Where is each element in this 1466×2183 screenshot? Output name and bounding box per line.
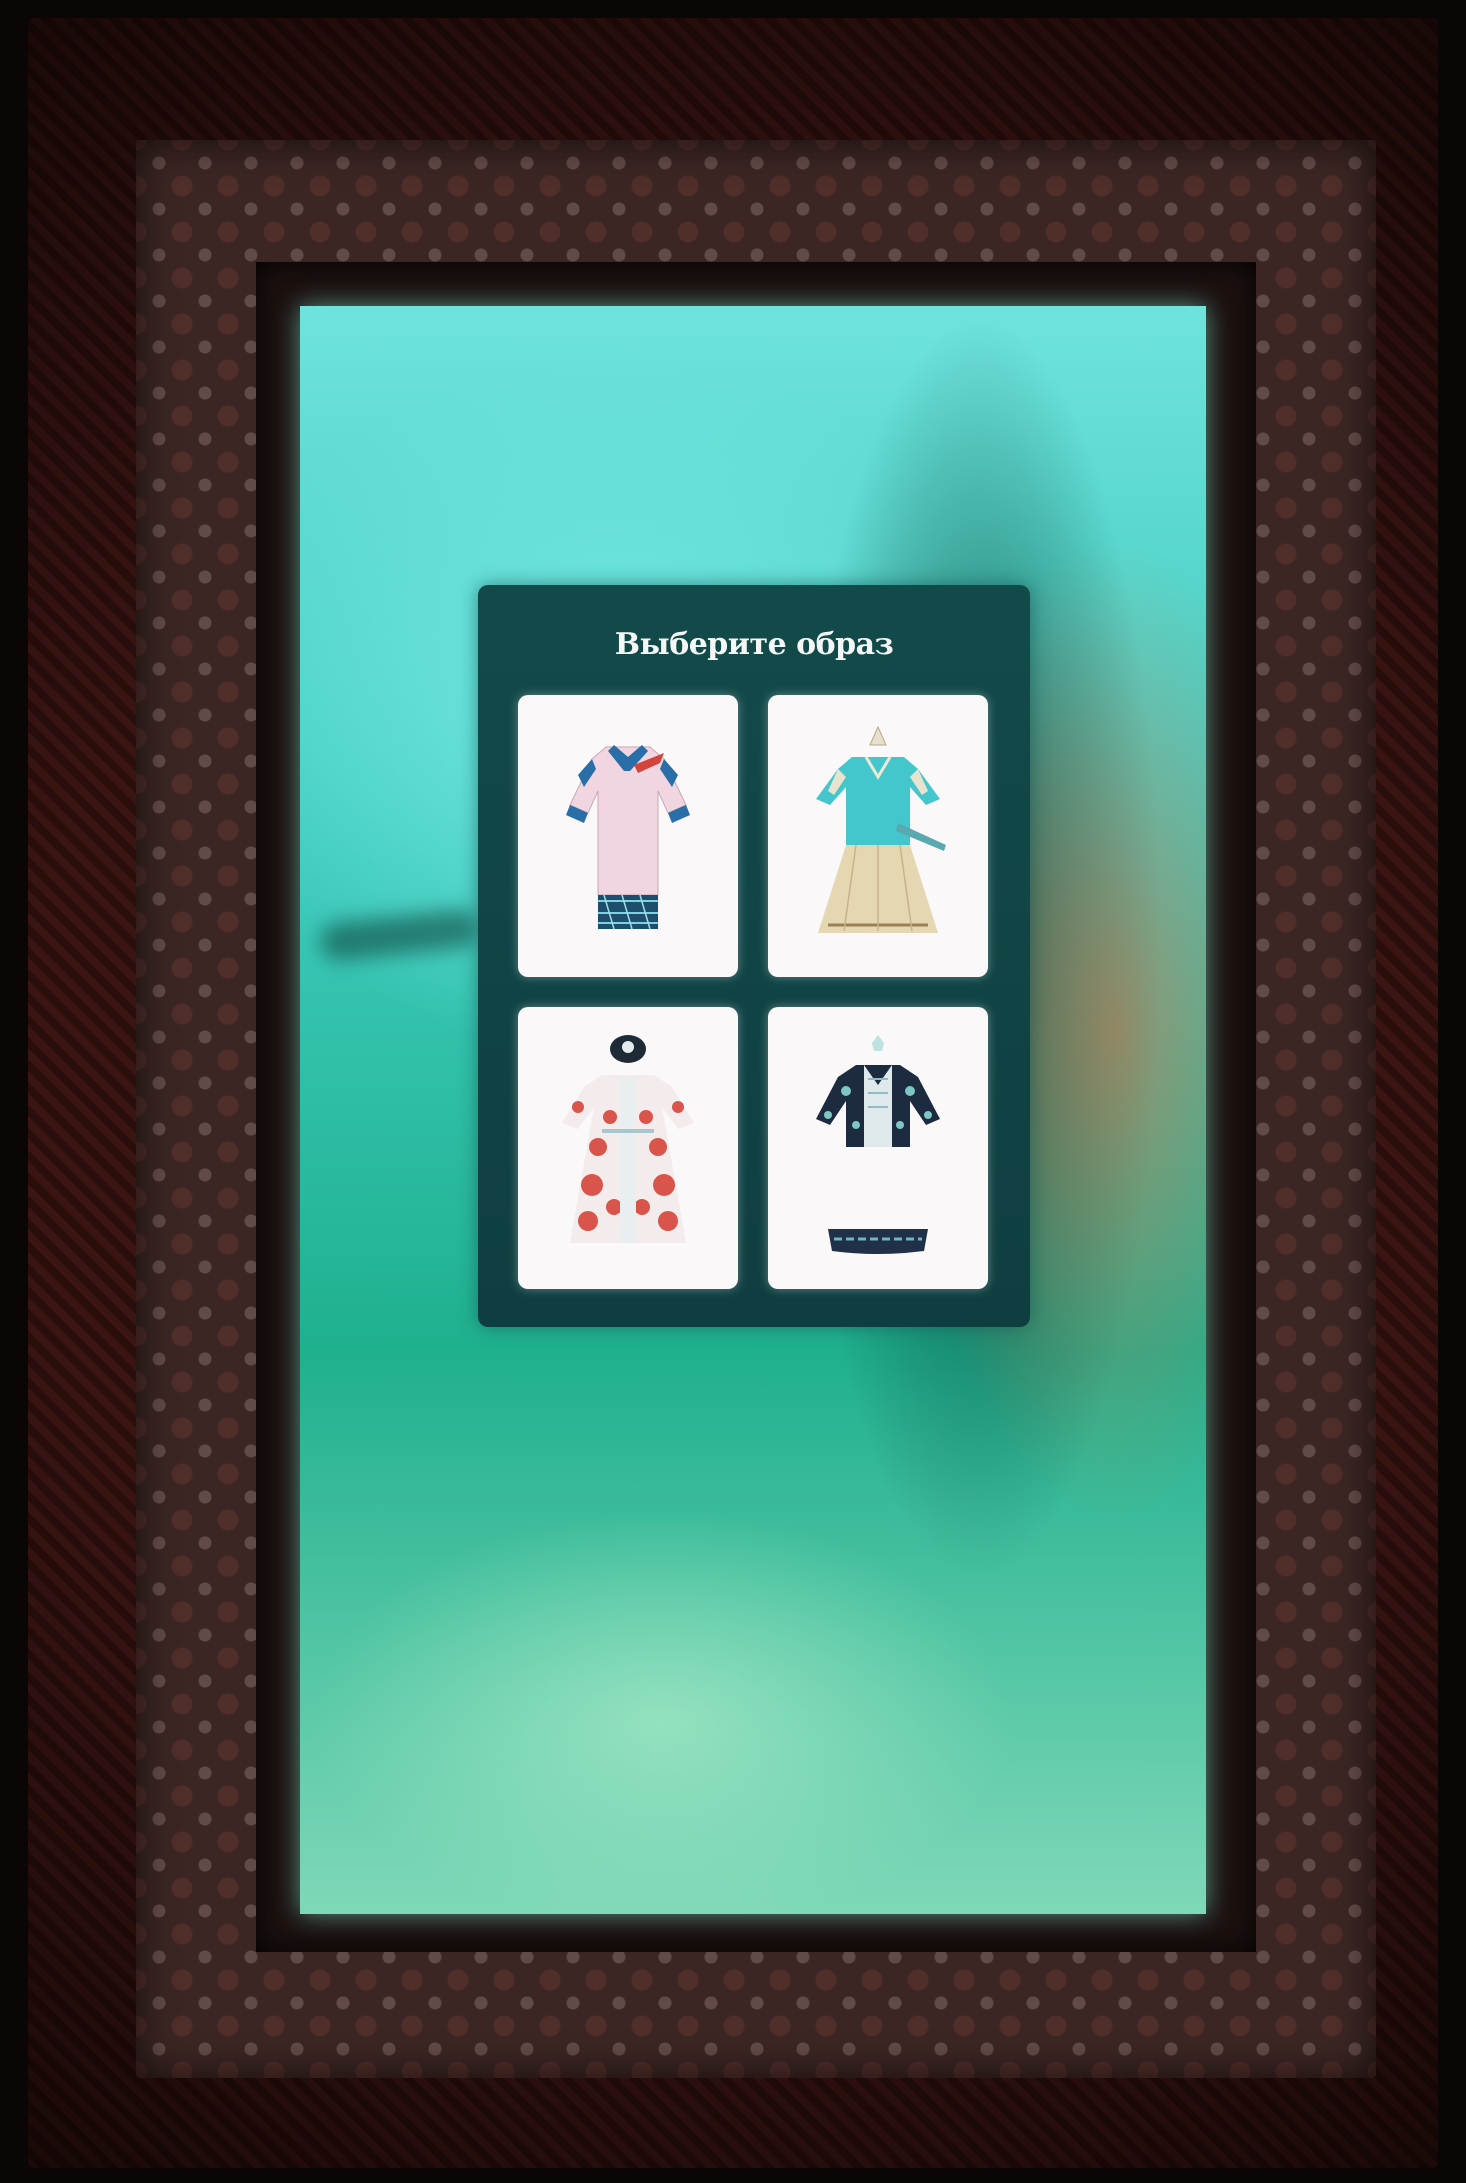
- costume-option-4[interactable]: [768, 1007, 988, 1289]
- background-blur: [318, 907, 482, 963]
- panel-title: Выберите образ: [614, 627, 894, 662]
- costume-dark-embroidered-jacket-icon: [816, 1035, 940, 1254]
- costume-select-panel: Выберите образ: [478, 585, 1030, 1327]
- costume-option-2[interactable]: [768, 695, 988, 977]
- costume-option-1[interactable]: [518, 695, 738, 977]
- costume-option-3[interactable]: [518, 1007, 738, 1289]
- costume-turquoise-vest-icon: [816, 725, 946, 933]
- costume-red-floral-coat-icon: [562, 1035, 694, 1243]
- costume-blue-trim-robe-icon: [566, 745, 690, 930]
